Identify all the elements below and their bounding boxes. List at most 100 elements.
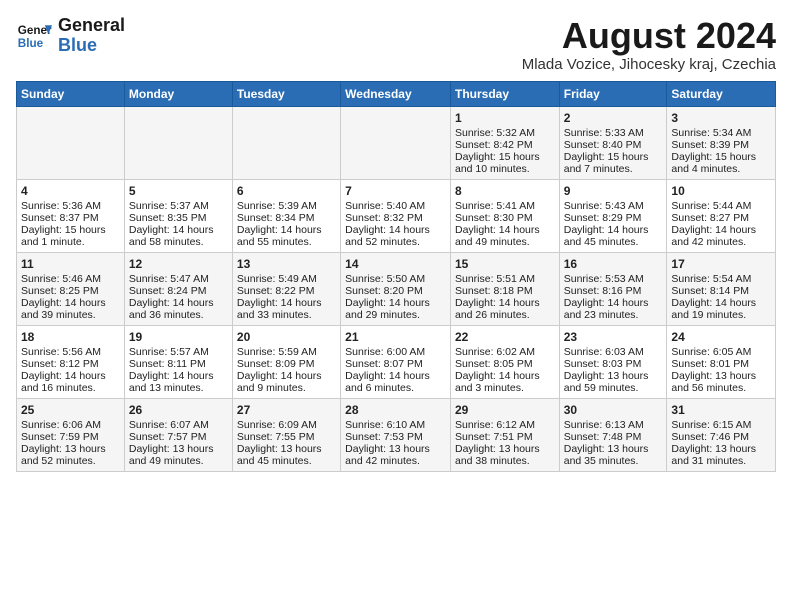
calendar-cell: 26Sunrise: 6:07 AMSunset: 7:57 PMDayligh… — [124, 398, 232, 471]
calendar-week-row: 1 Sunrise: 5:32 AMSunset: 8:42 PMDaylight… — [17, 106, 776, 179]
cell-content: Daylight: 14 hours and 42 minutes. — [671, 224, 771, 248]
day-number: 1 — [455, 111, 555, 125]
logo-text: General Blue — [58, 16, 125, 56]
cell-content: Sunset: 8:11 PM — [129, 358, 228, 370]
cell-content: Sunrise: 5:59 AM — [237, 346, 336, 358]
logo-icon: General Blue — [16, 18, 52, 54]
cell-content: Sunset: 8:42 PM — [455, 139, 555, 151]
day-number: 31 — [671, 403, 771, 417]
day-number: 9 — [564, 184, 663, 198]
calendar-cell: 14Sunrise: 5:50 AMSunset: 8:20 PMDayligh… — [341, 252, 451, 325]
cell-content: Sunrise: 6:10 AM — [345, 419, 446, 431]
day-number: 28 — [345, 403, 446, 417]
cell-content: Daylight: 14 hours and 19 minutes. — [671, 297, 771, 321]
cell-content: Daylight: 14 hours and 16 minutes. — [21, 370, 120, 394]
calendar-cell: 20Sunrise: 5:59 AMSunset: 8:09 PMDayligh… — [232, 325, 340, 398]
page-header: General Blue General Blue August 2024 Ml… — [16, 16, 776, 73]
cell-content: Sunset: 8:05 PM — [455, 358, 555, 370]
day-number: 7 — [345, 184, 446, 198]
cell-content: Daylight: 13 hours and 56 minutes. — [671, 370, 771, 394]
calendar-cell: 9Sunrise: 5:43 AMSunset: 8:29 PMDaylight… — [559, 179, 667, 252]
cell-content: Daylight: 13 hours and 59 minutes. — [564, 370, 663, 394]
day-number: 2 — [564, 111, 663, 125]
cell-content: Sunset: 8:14 PM — [671, 285, 771, 297]
day-number: 8 — [455, 184, 555, 198]
day-header-saturday: Saturday — [667, 81, 776, 106]
cell-content: Sunrise: 5:40 AM — [345, 200, 446, 212]
svg-text:Blue: Blue — [18, 37, 44, 50]
day-header-wednesday: Wednesday — [341, 81, 451, 106]
day-number: 3 — [671, 111, 771, 125]
cell-content: Sunset: 8:35 PM — [129, 212, 228, 224]
day-header-sunday: Sunday — [17, 81, 125, 106]
title-block: August 2024 Mlada Vozice, Jihocesky kraj… — [522, 16, 776, 73]
calendar-cell: 29Sunrise: 6:12 AMSunset: 7:51 PMDayligh… — [450, 398, 559, 471]
cell-content: Daylight: 13 hours and 38 minutes. — [455, 443, 555, 467]
cell-content: Daylight: 13 hours and 35 minutes. — [564, 443, 663, 467]
cell-content: Sunset: 8:20 PM — [345, 285, 446, 297]
cell-content: Sunset: 8:37 PM — [21, 212, 120, 224]
day-header-friday: Friday — [559, 81, 667, 106]
day-number: 25 — [21, 403, 120, 417]
cell-content: Sunrise: 5:36 AM — [21, 200, 120, 212]
cell-content: Sunset: 8:34 PM — [237, 212, 336, 224]
cell-content: Sunrise: 5:32 AM — [455, 127, 555, 139]
calendar-cell: 12Sunrise: 5:47 AMSunset: 8:24 PMDayligh… — [124, 252, 232, 325]
logo: General Blue General Blue — [16, 16, 125, 56]
cell-content: Daylight: 14 hours and 26 minutes. — [455, 297, 555, 321]
cell-content: Sunrise: 5:51 AM — [455, 273, 555, 285]
cell-content: Sunset: 8:07 PM — [345, 358, 446, 370]
subtitle: Mlada Vozice, Jihocesky kraj, Czechia — [522, 56, 776, 73]
cell-content: Sunset: 8:22 PM — [237, 285, 336, 297]
cell-content: Daylight: 15 hours and 10 minutes. — [455, 151, 555, 175]
cell-content: Sunset: 7:57 PM — [129, 431, 228, 443]
calendar-cell: 7Sunrise: 5:40 AMSunset: 8:32 PMDaylight… — [341, 179, 451, 252]
calendar-week-row: 11Sunrise: 5:46 AMSunset: 8:25 PMDayligh… — [17, 252, 776, 325]
cell-content: Sunset: 7:48 PM — [564, 431, 663, 443]
calendar-cell: 18Sunrise: 5:56 AMSunset: 8:12 PMDayligh… — [17, 325, 125, 398]
day-number: 20 — [237, 330, 336, 344]
day-number: 21 — [345, 330, 446, 344]
day-number: 17 — [671, 257, 771, 271]
calendar-cell: 31Sunrise: 6:15 AMSunset: 7:46 PMDayligh… — [667, 398, 776, 471]
cell-content: Daylight: 14 hours and 23 minutes. — [564, 297, 663, 321]
cell-content: Sunrise: 5:39 AM — [237, 200, 336, 212]
cell-content: Sunset: 8:01 PM — [671, 358, 771, 370]
calendar-cell: 25Sunrise: 6:06 AMSunset: 7:59 PMDayligh… — [17, 398, 125, 471]
cell-content: Daylight: 13 hours and 45 minutes. — [237, 443, 336, 467]
day-number: 23 — [564, 330, 663, 344]
calendar-cell: 30Sunrise: 6:13 AMSunset: 7:48 PMDayligh… — [559, 398, 667, 471]
cell-content: Daylight: 14 hours and 39 minutes. — [21, 297, 120, 321]
cell-content: Sunset: 8:29 PM — [564, 212, 663, 224]
cell-content: Daylight: 13 hours and 49 minutes. — [129, 443, 228, 467]
day-number: 14 — [345, 257, 446, 271]
day-number: 4 — [21, 184, 120, 198]
cell-content: Sunrise: 5:57 AM — [129, 346, 228, 358]
cell-content: Sunrise: 5:56 AM — [21, 346, 120, 358]
day-number: 27 — [237, 403, 336, 417]
cell-content: Sunset: 8:16 PM — [564, 285, 663, 297]
day-number: 18 — [21, 330, 120, 344]
day-header-monday: Monday — [124, 81, 232, 106]
cell-content: Sunset: 7:53 PM — [345, 431, 446, 443]
cell-content: Sunset: 7:51 PM — [455, 431, 555, 443]
cell-content: Sunrise: 6:02 AM — [455, 346, 555, 358]
cell-content: Sunset: 8:39 PM — [671, 139, 771, 151]
cell-content: Sunset: 8:27 PM — [671, 212, 771, 224]
calendar-cell: 8Sunrise: 5:41 AMSunset: 8:30 PMDaylight… — [450, 179, 559, 252]
cell-content: Daylight: 14 hours and 49 minutes. — [455, 224, 555, 248]
cell-content: Sunrise: 5:44 AM — [671, 200, 771, 212]
cell-content: Sunrise: 6:00 AM — [345, 346, 446, 358]
cell-content: Sunrise: 5:41 AM — [455, 200, 555, 212]
cell-content: Sunrise: 5:54 AM — [671, 273, 771, 285]
calendar-cell: 24Sunrise: 6:05 AMSunset: 8:01 PMDayligh… — [667, 325, 776, 398]
day-number: 16 — [564, 257, 663, 271]
day-number: 13 — [237, 257, 336, 271]
calendar-table: SundayMondayTuesdayWednesdayThursdayFrid… — [16, 81, 776, 472]
calendar-cell: 4Sunrise: 5:36 AMSunset: 8:37 PMDaylight… — [17, 179, 125, 252]
cell-content: Daylight: 14 hours and 55 minutes. — [237, 224, 336, 248]
cell-content: Daylight: 14 hours and 52 minutes. — [345, 224, 446, 248]
cell-content: Sunrise: 6:06 AM — [21, 419, 120, 431]
cell-content: Sunrise: 5:37 AM — [129, 200, 228, 212]
calendar-cell: 17 Sunrise: 5:54 AMSunset: 8:14 PMDayligh… — [667, 252, 776, 325]
